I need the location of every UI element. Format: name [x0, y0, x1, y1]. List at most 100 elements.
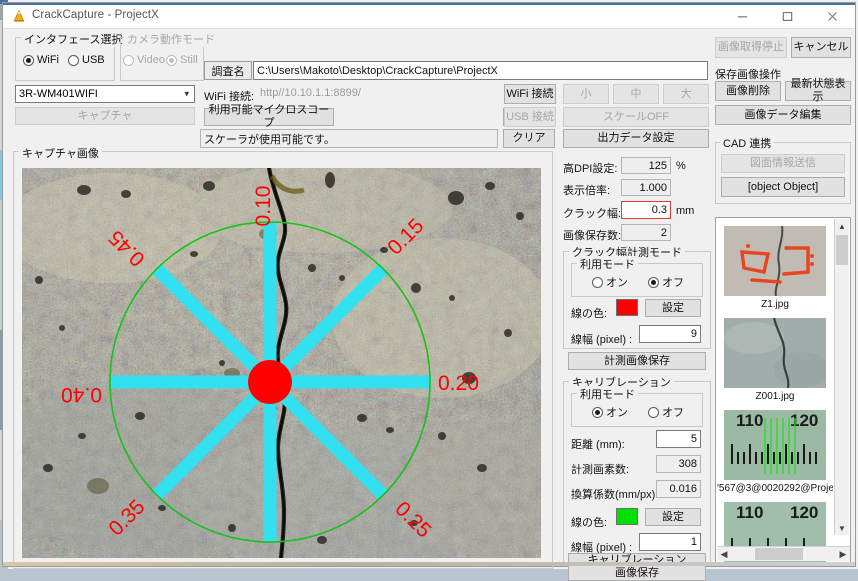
chevron-up-icon[interactable]: ▲: [835, 219, 849, 233]
save-measurement-image-label: 計測画像保存: [604, 354, 670, 367]
wifi-connect-button[interactable]: WiFi 接続: [504, 84, 556, 104]
thumbnail-horizontal-scrollbar[interactable]: ◀ ▶: [717, 546, 850, 561]
minimize-icon[interactable]: [720, 3, 765, 29]
saved-image-ops-title: 保存画像操作: [715, 69, 781, 81]
calibration-save-image-button[interactable]: キャリブレーション 画像保存: [568, 553, 706, 581]
send-drawing-info-label: 図面情報送信: [750, 157, 816, 170]
calibration-line-color-settings-button[interactable]: 設定: [645, 508, 701, 526]
send-drawing-info-button[interactable]: 図面情報送信: [721, 154, 845, 173]
maximize-icon[interactable]: [765, 3, 810, 29]
chevron-right-icon[interactable]: ▶: [836, 547, 850, 561]
radio-calibration-on[interactable]: オン: [592, 404, 628, 420]
crack-line-color-swatch[interactable]: [616, 299, 638, 316]
saved-count-value: 2: [660, 226, 667, 239]
wifi-address-value: http//10.10.1.1:8899/: [260, 86, 361, 99]
usb-connect-button[interactable]: USB 接続: [504, 107, 556, 127]
stop-acquire-button[interactable]: 画像取得停止: [715, 37, 787, 58]
radio-crack-off-dot: [648, 276, 659, 288]
crack-line-width-field[interactable]: 9: [639, 325, 701, 343]
thumbnail-list[interactable]: Z1.jpg Z001.jpg 110 120 '567@3@0020292@P…: [715, 217, 851, 563]
available-microscope-button[interactable]: 利用可能マイクロスコープ: [204, 104, 334, 129]
calibration-pixels-label: 計測画素数:: [571, 464, 630, 476]
capture-image-title: キャプチャ画像: [19, 145, 102, 161]
crack-width-value: 0.3: [651, 204, 667, 216]
save-measurement-image-button[interactable]: 計測画像保存: [568, 352, 706, 370]
crack-gauge-overlay: 0.10 0.15 0.20 0.25 0.30 0.35 0.40 0.45: [22, 168, 541, 558]
window-controls: [720, 3, 855, 29]
thumbnail-vertical-scrollbar[interactable]: ▲ ▼: [834, 219, 849, 535]
chevron-left-icon[interactable]: ◀: [717, 547, 731, 561]
gauge-center-dot: [248, 360, 292, 404]
calibration-distance-field[interactable]: 5: [656, 430, 701, 448]
radio-crack-off[interactable]: オフ: [648, 274, 684, 290]
radio-crack-off-label: オフ: [662, 277, 684, 289]
zoom-value: 1.000: [639, 181, 667, 194]
crack-mode-usage-title: 利用モード: [577, 256, 638, 272]
radio-still[interactable]: Still: [166, 54, 198, 66]
radio-usb[interactable]: USB: [68, 54, 105, 66]
calibration-factor-value: 0.016: [669, 483, 697, 495]
calibration-usage-title: 利用モード: [577, 386, 638, 402]
scaler-status-text: スケーラが使用可能です。: [204, 133, 335, 146]
calibration-line-color-swatch[interactable]: [616, 508, 638, 525]
vertical-scrollbar-thumb[interactable]: [836, 235, 848, 265]
list-item[interactable]: Z1.jpg: [724, 226, 826, 310]
radio-video-label: Video: [137, 54, 165, 66]
list-item[interactable]: 110 120: [717, 410, 833, 494]
wifi-address-field[interactable]: http//10.10.1.1:8899/: [256, 84, 496, 101]
device-combo[interactable]: 3R-WM401WIFI ▾: [15, 85, 195, 103]
radio-calibration-off-dot: [648, 406, 659, 418]
size-medium-button[interactable]: 中: [613, 84, 659, 104]
dpi-unit: %: [676, 160, 686, 172]
output-data-settings-button[interactable]: 出力データ設定: [563, 129, 709, 148]
size-small-button[interactable]: 小: [563, 84, 609, 104]
radio-calibration-on-label: オン: [606, 407, 628, 419]
zoom-label: 表示倍率:: [563, 185, 611, 197]
svg-text:120: 120: [790, 503, 818, 522]
radio-crack-on[interactable]: オン: [592, 274, 628, 290]
wifi-connect-button-label: WiFi 接続: [506, 87, 554, 100]
radio-calibration-off[interactable]: オフ: [648, 404, 684, 420]
launch-cad-button[interactable]: [object Object]: [721, 177, 845, 197]
capture-button[interactable]: キャプチャ: [15, 107, 195, 125]
crack-width-field[interactable]: 0.3: [621, 201, 671, 219]
device-combo-value: 3R-WM401WIFI: [19, 88, 98, 100]
delete-image-button[interactable]: 画像削除: [715, 81, 781, 101]
survey-name-input[interactable]: C:\Users\Makoto\Desktop\CrackCapture\Pro…: [253, 61, 708, 80]
chevron-down-icon[interactable]: ▼: [835, 521, 849, 535]
refresh-state-button[interactable]: 最新状態表示: [785, 78, 851, 103]
radio-video[interactable]: Video: [123, 54, 165, 66]
radio-still-dot: [166, 54, 177, 66]
crack-line-width-label: 線幅 (pixel) :: [571, 334, 633, 346]
calibration-line-width-field[interactable]: 1: [639, 533, 701, 551]
radio-wifi-dot: [23, 54, 34, 66]
client-area: インタフェース選択 WiFi USB カメラ動作モード Video Still …: [3, 29, 855, 581]
size-large-button[interactable]: 大: [663, 84, 709, 104]
saved-count-label: 画像保存数:: [563, 230, 622, 242]
list-item[interactable]: Z001.jpg: [724, 318, 826, 402]
close-icon[interactable]: [810, 3, 855, 29]
zoom-field: 1.000: [621, 179, 671, 196]
radio-video-dot: [123, 54, 134, 66]
clear-label: クリア: [512, 132, 546, 145]
stop-acquire-label: 画像取得停止: [718, 41, 784, 54]
window-title: CrackCapture - ProjectX: [32, 9, 159, 21]
calibration-factor-field: 0.016: [656, 480, 701, 498]
calibration-distance-value: 5: [690, 433, 697, 445]
capture-image-canvas[interactable]: 0.10 0.15 0.20 0.25 0.30 0.35 0.40 0.45: [22, 168, 541, 558]
dpi-field: 125: [621, 157, 671, 174]
crack-line-color-settings-button[interactable]: 設定: [645, 299, 701, 317]
cancel-button[interactable]: キャンセル: [791, 37, 851, 58]
horizontal-scrollbar-thumb[interactable]: [755, 548, 803, 560]
clear-button[interactable]: クリア: [503, 129, 555, 148]
edit-image-data-button[interactable]: 画像データ編集: [715, 105, 851, 125]
output-data-settings-label: 出力データ設定: [597, 132, 675, 145]
survey-name-label: 調査名: [204, 61, 252, 80]
svg-text:110: 110: [736, 503, 763, 522]
dpi-value: 125: [648, 159, 667, 172]
cone-icon: [12, 9, 26, 23]
radio-wifi[interactable]: WiFi: [23, 54, 59, 66]
thumbnail-image: [724, 318, 826, 388]
svg-text:0.20: 0.20: [438, 372, 479, 395]
scale-off-button[interactable]: スケールOFF: [563, 107, 709, 127]
